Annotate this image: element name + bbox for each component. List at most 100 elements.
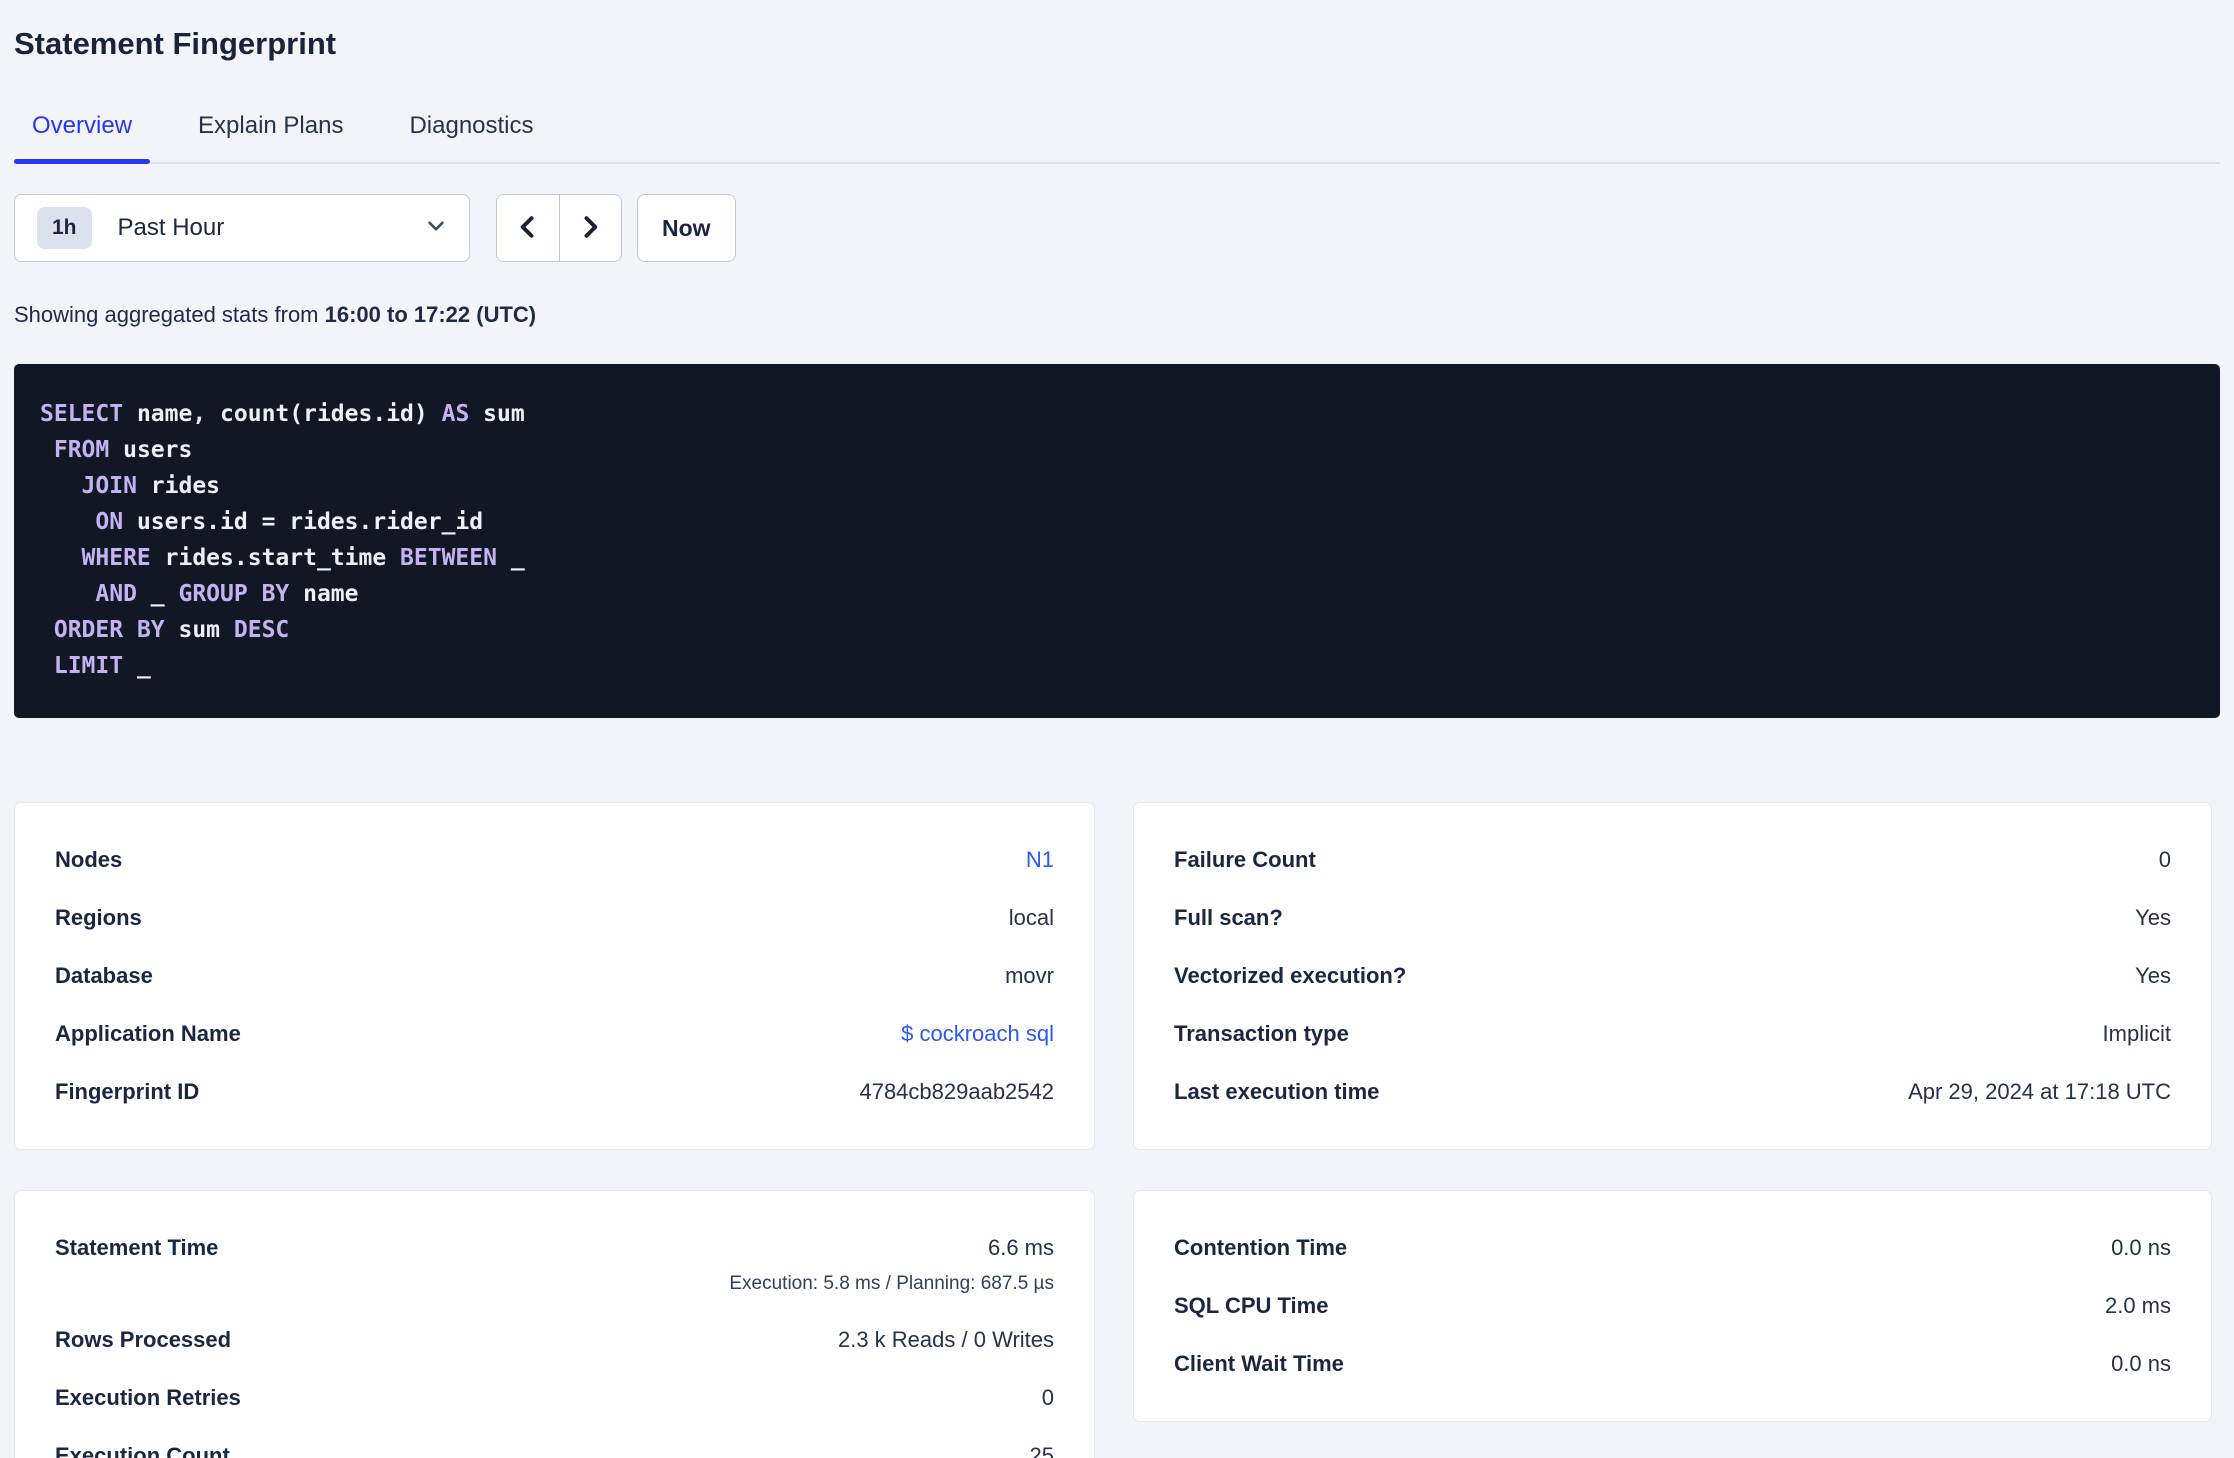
tab-overview[interactable]: Overview bbox=[14, 92, 151, 164]
row-label: Database bbox=[55, 963, 153, 988]
row-label: Execution Retries bbox=[55, 1385, 241, 1410]
row-value: local bbox=[1009, 905, 1054, 931]
row-label: Contention Time bbox=[1174, 1235, 1348, 1260]
sql-text: rides.start_time bbox=[150, 545, 401, 571]
sql-keyword: FROM bbox=[53, 437, 110, 463]
row-label: Transaction type bbox=[1174, 1021, 1349, 1046]
tab-diagnostics[interactable]: Diagnostics bbox=[391, 92, 551, 162]
row-value-text: 0.0 ns bbox=[2111, 1351, 2171, 1376]
statement-fingerprint-page: Statement Fingerprint Overview Explain Pl… bbox=[0, 0, 2234, 1458]
row-value-link[interactable]: N1 bbox=[1026, 847, 1054, 873]
row-value: Implicit bbox=[2103, 1021, 2171, 1047]
row-value-text: 2.3 k Reads / 0 Writes bbox=[837, 1327, 1054, 1352]
sql-line: ON users.id = rides.rider_id bbox=[40, 504, 2192, 540]
card-row: Rows Processed 2.3 k Reads / 0 Writes bbox=[55, 1311, 1054, 1369]
row-label: SQL CPU Time bbox=[1174, 1293, 1329, 1318]
row-value-text: 6.6 ms bbox=[987, 1235, 1054, 1260]
row-value-text: 2.0 ms bbox=[2104, 1293, 2171, 1318]
chevron-right-icon bbox=[576, 211, 604, 246]
row-value: 2.0 ms bbox=[2105, 1293, 2171, 1319]
row-value: Apr 29, 2024 at 17:18 UTC bbox=[1908, 1079, 2171, 1105]
row-value-text: 4784cb829aab2542 bbox=[859, 1079, 1054, 1104]
row-value: movr bbox=[1005, 963, 1054, 989]
sql-statement-box: SELECT name, count(rides.id) AS sum FROM… bbox=[14, 364, 2220, 718]
row-value-text: 0 bbox=[1041, 1385, 1054, 1410]
sql-text: _ bbox=[136, 581, 179, 607]
row-label: Failure Count bbox=[1174, 847, 1316, 872]
now-button[interactable]: Now bbox=[637, 194, 736, 262]
sql-text: sum bbox=[164, 617, 234, 643]
card-row: Execution Retries 0 bbox=[55, 1369, 1054, 1427]
time-controls: 1h Past Hour Now bbox=[14, 194, 2220, 262]
row-value: 0 bbox=[1042, 1385, 1054, 1411]
sql-keyword: GROUP BY bbox=[178, 581, 290, 607]
row-label: Fingerprint ID bbox=[55, 1079, 200, 1104]
sql-text: _ bbox=[496, 545, 525, 571]
card-row: Statement Time 6.6 ms Execution: 5.8 ms / … bbox=[55, 1219, 1054, 1311]
tab-explain-plans[interactable]: Explain Plans bbox=[180, 92, 361, 162]
sql-keyword: AS bbox=[441, 401, 470, 427]
wait-times-card: Contention Time 0.0 ns SQL CPU Time 2.0 ms C… bbox=[1133, 1190, 2212, 1422]
row-value-text: Implicit bbox=[2102, 1021, 2171, 1046]
sql-line: AND _ GROUP BY name bbox=[40, 576, 2192, 612]
sql-keyword: DESC bbox=[233, 617, 290, 643]
sql-line: LIMIT _ bbox=[40, 648, 2192, 684]
statement-details-card: Nodes N1 Regions local Database movr Applicati… bbox=[14, 802, 1095, 1150]
card-row: Failure Count 0 bbox=[1174, 831, 2171, 889]
row-value: Yes bbox=[2135, 963, 2171, 989]
time-range-select[interactable]: 1h Past Hour bbox=[14, 194, 470, 262]
sql-keyword: AND bbox=[95, 581, 137, 607]
sql-line: ORDER BY sum DESC bbox=[40, 612, 2192, 648]
sql-keyword: BETWEEN bbox=[400, 545, 497, 571]
time-range-label: Past Hour bbox=[117, 214, 225, 241]
row-label: Nodes bbox=[55, 847, 123, 872]
card-row: Contention Time 0.0 ns bbox=[1174, 1219, 2171, 1277]
row-label: Full scan? bbox=[1174, 905, 1283, 930]
previous-time-button[interactable] bbox=[497, 195, 559, 261]
sql-keyword: JOIN bbox=[81, 473, 137, 499]
sql-keyword: ORDER BY bbox=[53, 617, 165, 643]
card-row: Regions local bbox=[55, 889, 1054, 947]
sql-keyword: LIMIT bbox=[53, 653, 124, 679]
sql-line: FROM users bbox=[40, 432, 2192, 468]
summary-cards: Nodes N1 Regions local Database movr Applicati… bbox=[14, 802, 2220, 1458]
row-value-link[interactable]: $ cockroach sql bbox=[901, 1021, 1054, 1047]
page-title: Statement Fingerprint bbox=[14, 26, 337, 61]
chevron-left-icon bbox=[514, 211, 542, 246]
row-value-text: $ cockroach sql bbox=[901, 1021, 1054, 1046]
sql-line: WHERE rides.start_time BETWEEN _ bbox=[40, 540, 2192, 576]
sql-text: users bbox=[109, 437, 193, 463]
row-value-text: 25 bbox=[1029, 1443, 1054, 1458]
card-row: Client Wait Time 0.0 ns bbox=[1174, 1335, 2171, 1393]
sql-text: sum bbox=[469, 401, 525, 427]
card-row: Full scan? Yes bbox=[1174, 889, 2171, 947]
row-value: 0.0 ns bbox=[2111, 1235, 2171, 1261]
sql-text: _ bbox=[123, 653, 151, 679]
row-label: Last execution time bbox=[1174, 1079, 1380, 1104]
row-value: Yes bbox=[2135, 905, 2171, 931]
sql-keyword: ON bbox=[95, 509, 124, 535]
row-value: 2.3 k Reads / 0 Writes bbox=[838, 1327, 1054, 1353]
row-value: 0 bbox=[2159, 847, 2171, 873]
stats-line-range: 16:00 to 17:22 (UTC) bbox=[324, 302, 537, 327]
row-value-text: Yes bbox=[2135, 905, 2171, 930]
stats-line-prefix: Showing aggregated stats from bbox=[14, 302, 325, 327]
tab-bar: Overview Explain Plans Diagnostics bbox=[14, 92, 2220, 164]
sql-text: rides bbox=[136, 473, 221, 499]
sql-keyword: WHERE bbox=[81, 545, 151, 571]
card-row: SQL CPU Time 2.0 ms bbox=[1174, 1277, 2171, 1335]
row-label: Statement Time bbox=[55, 1235, 219, 1260]
row-value: 0.0 ns bbox=[2111, 1351, 2171, 1377]
row-value-text: N1 bbox=[1025, 847, 1054, 872]
card-row: Transaction type Implicit bbox=[1174, 1005, 2171, 1063]
card-row: Last execution time Apr 29, 2024 at 17:18… bbox=[1174, 1063, 2171, 1121]
aggregated-stats-line: Showing aggregated stats from 16:00 to 1… bbox=[14, 302, 2220, 328]
card-row: Execution Count 25 bbox=[55, 1427, 1054, 1458]
next-time-button[interactable] bbox=[558, 195, 621, 261]
row-label: Rows Processed bbox=[55, 1327, 232, 1352]
row-label: Client Wait Time bbox=[1174, 1351, 1344, 1376]
row-value-text: 0.0 ns bbox=[2111, 1235, 2171, 1260]
